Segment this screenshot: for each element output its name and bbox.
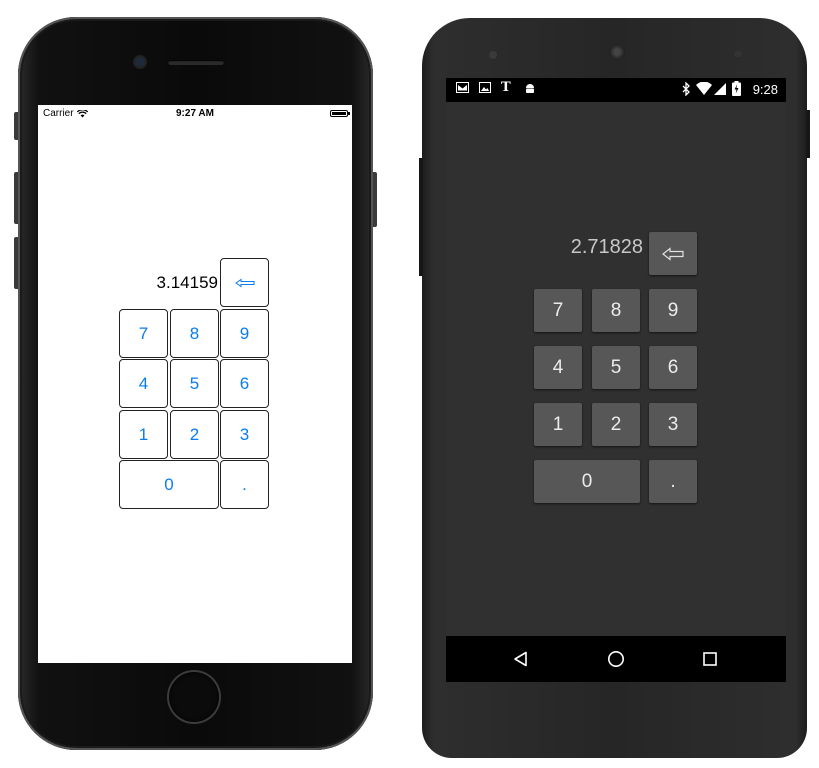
key-2-button[interactable]: 2 <box>592 403 640 446</box>
back-button[interactable] <box>510 648 532 670</box>
status-time: 9:28 <box>752 82 778 97</box>
key-1-button[interactable]: 1 <box>119 410 168 459</box>
key-5-button[interactable]: 5 <box>170 359 219 408</box>
key-7-button[interactable]: 7 <box>534 289 582 332</box>
iphone-device: Carrier 9:27 AM 3.14159 7 8 9 4 5 6 1 2 … <box>14 17 377 750</box>
volume-rocker <box>419 158 423 276</box>
home-button[interactable] <box>169 672 219 722</box>
key-3-button[interactable]: 3 <box>220 410 269 459</box>
decimal-point-button[interactable]: . <box>220 460 269 509</box>
key-7-button[interactable]: 7 <box>119 309 168 358</box>
key-5-button[interactable]: 5 <box>592 346 640 389</box>
volume-down-button <box>14 237 18 289</box>
status-time: 9:27 AM <box>176 108 214 119</box>
volume-up-button <box>14 172 18 224</box>
key-8-button[interactable]: 8 <box>592 289 640 332</box>
ios-status-bar: Carrier 9:27 AM <box>38 105 352 123</box>
ios-screen: Carrier 9:27 AM 3.14159 7 8 9 4 5 6 1 2 … <box>38 105 352 663</box>
back-triangle-icon <box>514 651 527 667</box>
proximity-sensor <box>734 51 742 57</box>
key-4-button[interactable]: 4 <box>119 359 168 408</box>
key-3-button[interactable]: 3 <box>649 403 697 446</box>
key-4-button[interactable]: 4 <box>534 346 582 389</box>
key-9-button[interactable]: 9 <box>220 309 269 358</box>
mute-switch <box>14 112 18 140</box>
android-status-bar: T 9:28 <box>446 78 786 102</box>
navigation-bar <box>446 636 786 682</box>
key-2-button[interactable]: 2 <box>170 410 219 459</box>
wifi-icon <box>696 82 712 95</box>
android-screen: T 9:28 2.71828 7 8 9 4 5 6 1 2 3 0 . <box>446 78 786 682</box>
power-button <box>806 110 810 158</box>
gmail-icon <box>456 82 469 93</box>
nytimes-icon: T <box>501 80 511 95</box>
earpiece-speaker <box>168 60 224 65</box>
battery-charging-icon <box>732 81 741 96</box>
key-6-button[interactable]: 6 <box>220 359 269 408</box>
backspace-button[interactable] <box>220 258 269 307</box>
backspace-arrow-icon <box>234 278 254 287</box>
android-robot-icon <box>526 84 534 93</box>
key-8-button[interactable]: 8 <box>170 309 219 358</box>
battery-icon <box>330 110 350 117</box>
bluetooth-icon <box>682 82 690 96</box>
key-9-button[interactable]: 9 <box>649 289 697 332</box>
front-camera <box>489 51 497 59</box>
number-display: 3.14159 <box>156 273 218 292</box>
image-icon <box>479 82 491 93</box>
home-nav-button[interactable] <box>605 648 627 670</box>
front-camera <box>135 57 145 67</box>
backspace-button[interactable] <box>649 232 697 275</box>
power-button <box>373 172 377 227</box>
number-display: 2.71828 <box>570 236 643 258</box>
decimal-point-button[interactable]: . <box>649 460 697 503</box>
recents-button[interactable] <box>699 648 721 670</box>
backspace-arrow-icon <box>662 246 684 261</box>
earpiece-speaker <box>609 44 625 60</box>
home-circle-icon <box>608 651 624 667</box>
key-0-button[interactable]: 0 <box>534 460 640 503</box>
key-6-button[interactable]: 6 <box>649 346 697 389</box>
cell-signal-icon <box>714 83 726 95</box>
recents-square-icon <box>703 652 717 666</box>
key-0-button[interactable]: 0 <box>119 460 219 509</box>
android-device: T 9:28 2.71828 7 8 9 4 5 6 1 2 3 0 . <box>419 18 810 758</box>
key-1-button[interactable]: 1 <box>534 403 582 446</box>
